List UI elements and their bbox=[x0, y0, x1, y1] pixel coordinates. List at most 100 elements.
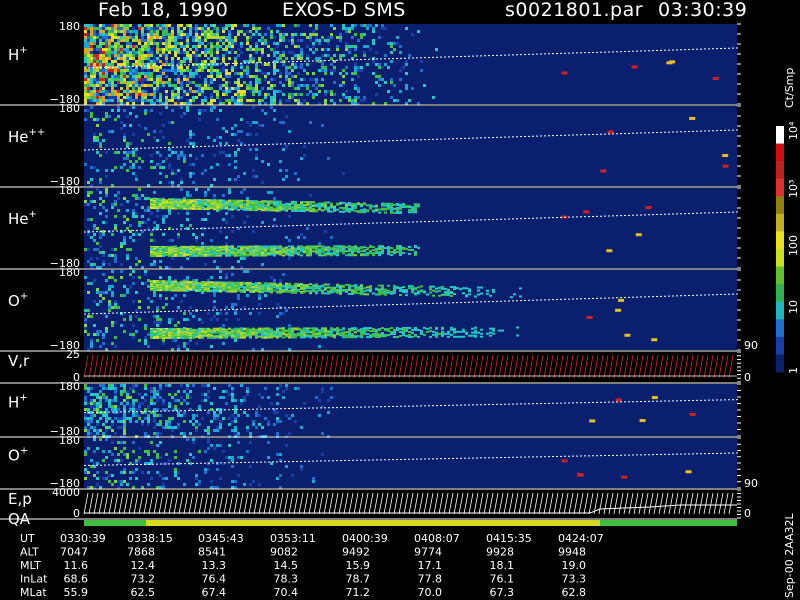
spectral-cell bbox=[435, 333, 438, 336]
spectral-cell bbox=[231, 45, 234, 48]
spectral-cell bbox=[447, 293, 450, 296]
spectral-cell bbox=[108, 78, 111, 81]
spectral-cell bbox=[192, 315, 195, 318]
spectral-cell bbox=[306, 251, 309, 254]
spectral-cell bbox=[126, 154, 129, 157]
spectral-cell bbox=[324, 330, 327, 333]
spectral-cell bbox=[279, 75, 282, 78]
spectral-cell bbox=[450, 295, 453, 297]
spectral-cell bbox=[330, 63, 333, 66]
spectral-cell bbox=[273, 99, 276, 102]
spectral-cell bbox=[288, 250, 291, 253]
spectral-cell bbox=[267, 163, 270, 166]
spectral-cell bbox=[123, 81, 126, 84]
spectral-cell bbox=[177, 90, 180, 93]
spectral-cell bbox=[126, 142, 129, 145]
spectral-cell bbox=[201, 51, 204, 54]
spectral-cell bbox=[111, 30, 114, 33]
spectral-cell bbox=[354, 292, 357, 295]
spectral-cell bbox=[195, 239, 198, 242]
spectral-cell bbox=[204, 96, 207, 99]
spectral-cell bbox=[102, 60, 105, 63]
spectral-cell bbox=[105, 63, 108, 66]
spectral-cell bbox=[414, 253, 417, 256]
spectral-cell bbox=[123, 236, 126, 239]
spectral-cell bbox=[93, 263, 96, 266]
spectral-cell bbox=[144, 63, 147, 66]
spectral-cell bbox=[120, 270, 123, 273]
spectral-cell bbox=[126, 42, 129, 45]
spectral-cell bbox=[132, 276, 135, 279]
spectral-cell bbox=[375, 51, 378, 54]
spectral-cell bbox=[246, 281, 249, 284]
spectral-cell bbox=[144, 33, 147, 36]
spectral-cell bbox=[240, 75, 243, 78]
spectral-cell bbox=[93, 405, 96, 408]
spectral-cell bbox=[267, 253, 270, 256]
spectral-cell bbox=[405, 294, 408, 297]
spectral-cell bbox=[99, 87, 102, 90]
spectral-cell bbox=[192, 280, 195, 283]
spectral-cell bbox=[144, 109, 147, 112]
spectral-cell bbox=[375, 75, 378, 78]
spectral-cell bbox=[108, 90, 111, 93]
spectral-cell bbox=[150, 337, 153, 339]
spectral-cell bbox=[102, 42, 105, 45]
spectral-cell bbox=[87, 309, 90, 312]
spectral-cell bbox=[114, 69, 117, 72]
spectral-cell bbox=[267, 87, 270, 90]
spectral-cell bbox=[198, 66, 201, 69]
spectral-cell bbox=[195, 90, 198, 93]
spectral-cell bbox=[270, 253, 273, 256]
spectral-cell bbox=[261, 247, 264, 250]
spectral-cell bbox=[408, 285, 411, 288]
spectral-cell bbox=[180, 66, 183, 69]
spectral-cell bbox=[147, 84, 150, 87]
spectral-cell bbox=[135, 54, 138, 57]
spectral-cell bbox=[111, 276, 114, 279]
spectral-cell bbox=[276, 327, 279, 330]
spectral-cell bbox=[270, 191, 273, 194]
spectral-cell bbox=[255, 84, 258, 87]
spectral-cell bbox=[207, 57, 210, 60]
spectral-cell bbox=[237, 202, 240, 205]
spectral-cell bbox=[375, 93, 378, 96]
spectral-cell bbox=[237, 130, 240, 133]
spectral-cell bbox=[99, 90, 102, 93]
spectral-cell bbox=[216, 90, 219, 93]
spectral-cell bbox=[213, 51, 216, 54]
spectral-cell bbox=[144, 336, 147, 339]
spectral-cell bbox=[300, 288, 303, 290]
spectral-cell bbox=[165, 215, 168, 218]
spectral-cell bbox=[162, 84, 165, 87]
spectral-cell bbox=[201, 87, 204, 90]
spectral-cell bbox=[123, 215, 126, 218]
spectral-cell bbox=[390, 327, 393, 330]
spectral-cell bbox=[120, 93, 123, 96]
spectral-cell bbox=[144, 84, 147, 87]
spectral-cell bbox=[318, 242, 321, 245]
spectral-cell bbox=[114, 227, 117, 230]
spectral-cell bbox=[156, 66, 159, 69]
spectral-cell bbox=[195, 84, 198, 87]
spectral-cell bbox=[489, 331, 492, 334]
spectral-cell bbox=[321, 54, 324, 57]
spectral-cell bbox=[204, 51, 207, 54]
spectral-cell bbox=[339, 202, 342, 205]
spectral-cell bbox=[153, 96, 156, 99]
spectral-cell bbox=[378, 211, 381, 214]
spectral-cell bbox=[93, 87, 96, 90]
spectral-cell bbox=[180, 30, 183, 33]
spectral-cell bbox=[291, 69, 294, 72]
spectral-cell bbox=[114, 84, 117, 87]
spectral-cell bbox=[258, 282, 261, 285]
spectral-cell bbox=[135, 75, 138, 78]
spectral-cell bbox=[135, 60, 138, 63]
spectral-cell bbox=[123, 75, 126, 78]
spectral-cell bbox=[324, 72, 327, 75]
spectral-cell bbox=[312, 30, 315, 33]
spectral-cell bbox=[297, 54, 300, 57]
spectral-cell bbox=[219, 230, 222, 233]
spectral-cell bbox=[384, 293, 387, 296]
spectral-cell bbox=[150, 42, 153, 45]
